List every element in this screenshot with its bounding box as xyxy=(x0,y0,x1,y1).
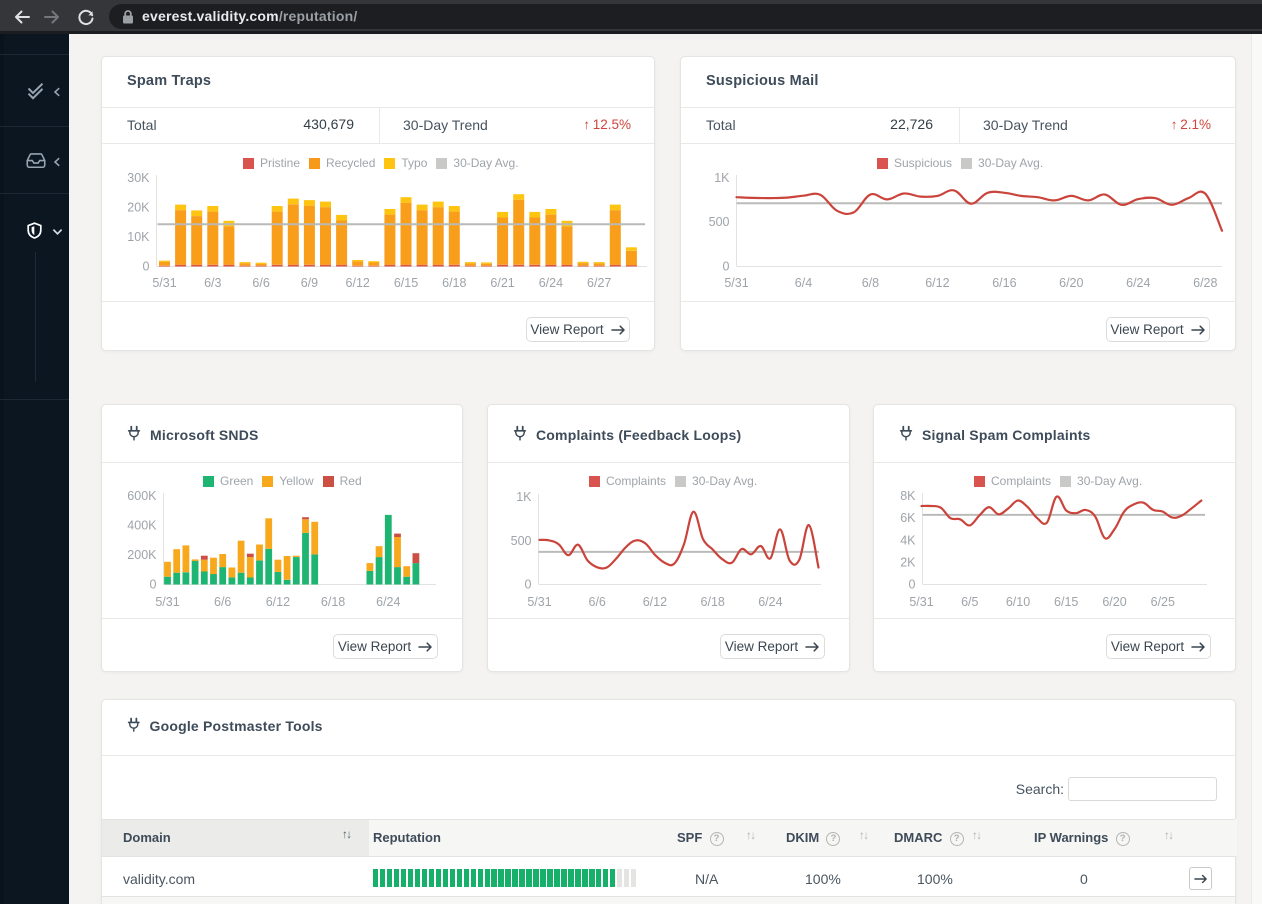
svg-text:2K: 2K xyxy=(900,555,916,569)
svg-text:6/15: 6/15 xyxy=(394,276,418,290)
svg-text:5/31: 5/31 xyxy=(724,276,748,290)
svg-text:30K: 30K xyxy=(127,171,150,185)
svg-text:500: 500 xyxy=(709,215,730,229)
svg-text:5/31: 5/31 xyxy=(155,595,179,609)
svg-text:6/12: 6/12 xyxy=(925,276,949,290)
svg-text:10K: 10K xyxy=(127,230,150,244)
svg-text:5/31: 5/31 xyxy=(152,276,176,290)
svg-text:6/27: 6/27 xyxy=(587,276,611,290)
svg-text:6/3: 6/3 xyxy=(204,276,221,290)
svg-text:1K: 1K xyxy=(516,490,532,504)
svg-text:6/15: 6/15 xyxy=(1054,595,1078,609)
svg-text:6K: 6K xyxy=(900,511,916,525)
svg-text:20K: 20K xyxy=(127,201,150,215)
svg-text:6/18: 6/18 xyxy=(442,276,466,290)
svg-text:0: 0 xyxy=(150,578,157,592)
svg-text:8K: 8K xyxy=(900,489,916,503)
svg-text:6/24: 6/24 xyxy=(539,276,563,290)
svg-text:6/21: 6/21 xyxy=(490,276,514,290)
svg-text:6/24: 6/24 xyxy=(376,595,400,609)
svg-text:6/24: 6/24 xyxy=(758,595,782,609)
svg-text:200K: 200K xyxy=(127,548,157,562)
svg-text:6/12: 6/12 xyxy=(266,595,290,609)
svg-text:4K: 4K xyxy=(900,533,916,547)
svg-text:0: 0 xyxy=(723,260,730,274)
svg-text:6/8: 6/8 xyxy=(862,276,879,290)
svg-text:6/4: 6/4 xyxy=(795,276,812,290)
svg-text:6/10: 6/10 xyxy=(1006,595,1030,609)
svg-text:6/20: 6/20 xyxy=(1102,595,1126,609)
svg-text:0: 0 xyxy=(909,578,916,592)
svg-text:6/20: 6/20 xyxy=(1059,276,1083,290)
svg-text:400K: 400K xyxy=(127,519,157,533)
svg-text:6/5: 6/5 xyxy=(961,595,978,609)
svg-text:600K: 600K xyxy=(127,489,157,503)
svg-text:6/18: 6/18 xyxy=(701,595,725,609)
svg-text:6/12: 6/12 xyxy=(643,595,667,609)
svg-text:6/28: 6/28 xyxy=(1193,276,1217,290)
svg-text:6/9: 6/9 xyxy=(301,276,318,290)
svg-text:500: 500 xyxy=(511,534,532,548)
svg-text:0: 0 xyxy=(525,578,532,592)
svg-text:1K: 1K xyxy=(714,171,730,185)
svg-text:6/16: 6/16 xyxy=(992,276,1016,290)
svg-text:5/31: 5/31 xyxy=(909,595,933,609)
svg-text:6/6: 6/6 xyxy=(214,595,231,609)
svg-text:6/12: 6/12 xyxy=(346,276,370,290)
svg-text:6/24: 6/24 xyxy=(1126,276,1150,290)
svg-text:6/18: 6/18 xyxy=(321,595,345,609)
svg-text:6/6: 6/6 xyxy=(589,595,606,609)
svg-text:0: 0 xyxy=(143,260,150,274)
svg-text:6/25: 6/25 xyxy=(1151,595,1175,609)
svg-text:6/6: 6/6 xyxy=(252,276,269,290)
svg-text:5/31: 5/31 xyxy=(527,595,551,609)
